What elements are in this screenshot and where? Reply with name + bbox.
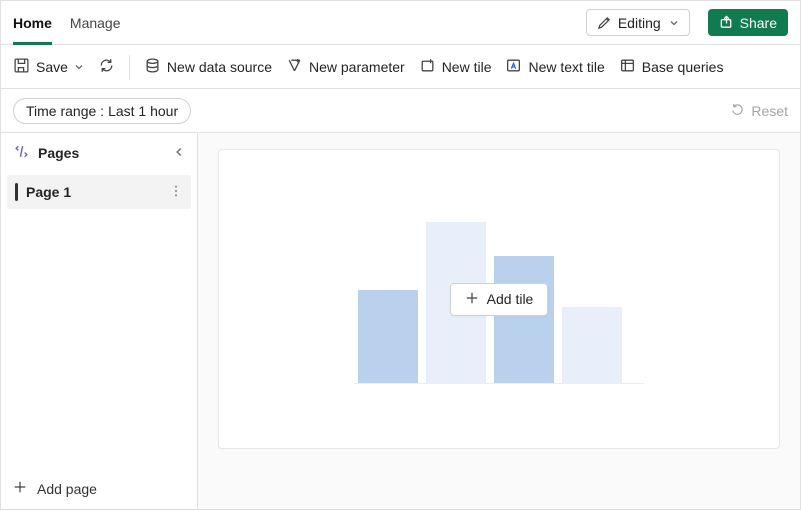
page-item-menu-button[interactable] xyxy=(169,184,183,201)
new-parameter-label: New parameter xyxy=(309,59,405,75)
base-queries-label: Base queries xyxy=(642,59,724,75)
chevron-down-icon xyxy=(669,18,679,28)
new-text-tile-button[interactable]: New text tile xyxy=(505,57,604,77)
placeholder-bar xyxy=(562,307,622,383)
page-item-label: Page 1 xyxy=(26,184,71,200)
share-icon xyxy=(719,15,734,30)
collapse-sidebar-button[interactable] xyxy=(173,145,185,161)
time-range-label: Time range : xyxy=(26,103,104,119)
base-queries-button[interactable]: Base queries xyxy=(619,57,724,77)
new-data-source-label: New data source xyxy=(167,59,272,75)
sidebar-header: Pages xyxy=(1,133,197,173)
parameter-icon xyxy=(286,57,303,77)
reset-button[interactable]: Reset xyxy=(730,102,788,120)
new-tile-button[interactable]: New tile xyxy=(419,57,492,77)
toolbar: Save New data source New parameter New t… xyxy=(1,45,800,89)
save-icon xyxy=(13,57,30,77)
save-button[interactable]: Save xyxy=(13,57,84,77)
time-range-value: Last 1 hour xyxy=(108,103,178,119)
main-body: Pages Page 1 Add page xyxy=(1,133,800,509)
tab-home[interactable]: Home xyxy=(13,1,52,44)
plus-icon xyxy=(13,480,27,497)
pages-icon xyxy=(13,143,30,163)
placeholder-bar xyxy=(358,290,418,383)
share-button[interactable]: Share xyxy=(708,9,788,36)
editing-button[interactable]: Editing xyxy=(586,9,690,36)
tab-manage-label: Manage xyxy=(70,15,121,31)
tile-icon xyxy=(419,57,436,77)
add-page-button[interactable]: Add page xyxy=(1,468,197,509)
page-item[interactable]: Page 1 xyxy=(7,175,191,209)
toolbar-divider xyxy=(129,55,130,79)
reset-label: Reset xyxy=(751,103,788,119)
new-tile-label: New tile xyxy=(442,59,492,75)
editing-label: Editing xyxy=(618,16,661,30)
time-range-pill[interactable]: Time range : Last 1 hour xyxy=(13,98,191,124)
save-label: Save xyxy=(36,59,68,75)
pages-sidebar: Pages Page 1 Add page xyxy=(1,133,198,509)
refresh-icon xyxy=(98,57,115,77)
tab-manage[interactable]: Manage xyxy=(70,1,121,44)
tab-home-label: Home xyxy=(13,15,52,31)
add-tile-button[interactable]: Add tile xyxy=(450,283,549,316)
filter-bar: Time range : Last 1 hour Reset xyxy=(1,89,800,133)
tab-bar: Home Manage Editing Share xyxy=(1,1,800,45)
base-queries-icon xyxy=(619,57,636,77)
new-parameter-button[interactable]: New parameter xyxy=(286,57,405,77)
chevron-down-icon xyxy=(74,59,84,75)
database-icon xyxy=(144,57,161,77)
plus-icon xyxy=(465,291,479,308)
placeholder-bar xyxy=(494,256,554,383)
new-data-source-button[interactable]: New data source xyxy=(144,57,272,77)
empty-canvas: Add tile xyxy=(218,149,780,449)
canvas-area: Add tile xyxy=(198,133,800,509)
new-text-tile-label: New text tile xyxy=(528,59,604,75)
text-tile-icon xyxy=(505,57,522,77)
add-page-label: Add page xyxy=(37,481,97,497)
add-tile-label: Add tile xyxy=(487,291,534,307)
sidebar-title: Pages xyxy=(38,145,79,161)
refresh-button[interactable] xyxy=(98,57,115,77)
reset-icon xyxy=(730,102,745,120)
share-label: Share xyxy=(740,16,777,30)
active-page-indicator xyxy=(15,183,18,201)
pencil-icon xyxy=(597,15,612,30)
